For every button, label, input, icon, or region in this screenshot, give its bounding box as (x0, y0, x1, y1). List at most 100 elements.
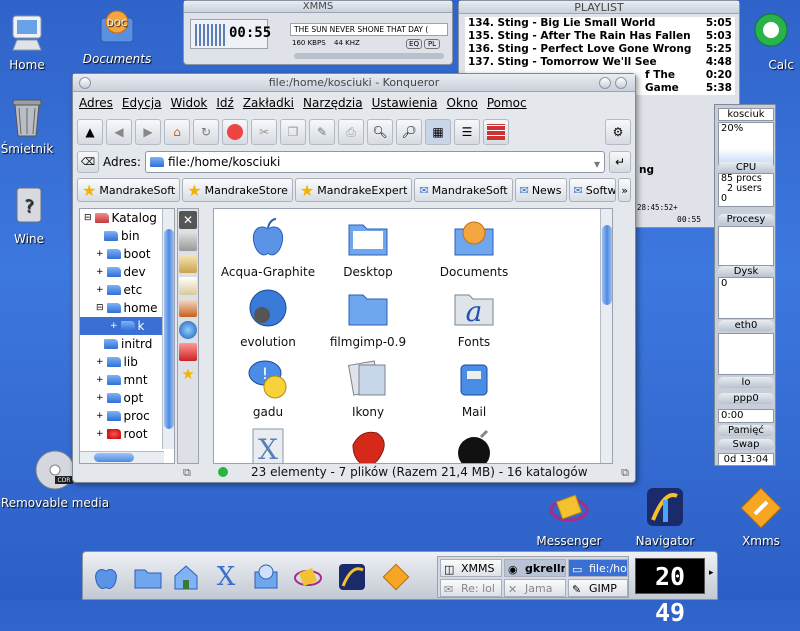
file-item[interactable]: ! gadu (214, 355, 322, 419)
desktop-icon-documents[interactable]: DOC Documents (72, 4, 162, 66)
tree-item[interactable]: + opt (80, 389, 174, 407)
tree-item[interactable]: + etc (80, 281, 174, 299)
messenger-launcher-icon[interactable] (293, 562, 323, 592)
forward-button[interactable]: ▶ (135, 119, 161, 145)
list-view-button[interactable]: ☰ (454, 119, 480, 145)
playlist-row[interactable]: 137. Sting - Tomorrow We'll See 4:48 (465, 56, 735, 69)
tools-tab-icon[interactable] (179, 233, 197, 251)
cut-button[interactable]: ✂ (251, 119, 277, 145)
x-launcher-icon[interactable]: X (211, 562, 241, 592)
file-item[interactable] (314, 425, 422, 463)
bookmark-folder[interactable]: ✉ News (514, 178, 567, 202)
globe-tab-icon[interactable] (179, 321, 197, 339)
back-button[interactable]: ◀ (106, 119, 132, 145)
konqueror-window[interactable]: file:/home/kosciuki - Konqueror Adres Ed… (72, 73, 636, 483)
menu-idz[interactable]: Idź (216, 96, 233, 114)
mail-launcher-icon[interactable] (251, 562, 281, 592)
menu-ustawienia[interactable]: Ustawienia (372, 96, 438, 114)
file-item[interactable] (420, 425, 528, 463)
home-launcher-icon[interactable] (171, 562, 201, 592)
icon-view-button[interactable]: ▦ (425, 119, 451, 145)
file-item[interactable]: filmgimp-0.9 (314, 285, 422, 349)
up-button[interactable]: ▲ (77, 119, 103, 145)
taskbar-arrow-icon[interactable]: ▸ (709, 568, 714, 578)
dropdown-arrow-icon[interactable]: ▾ (594, 154, 600, 174)
clear-location-button[interactable]: ⌫ (77, 151, 99, 173)
view-scrollbar[interactable] (600, 209, 612, 463)
task-gkrellm[interactable]: ◉gkrellm (504, 559, 566, 577)
task-terminal[interactable]: ✕ Jama (504, 579, 566, 597)
xmms-pl-button[interactable]: PL (424, 39, 440, 49)
playlist-row[interactable]: 135. Sting - After The Rain Has Fallen 5:… (465, 30, 735, 43)
minimize-button[interactable] (599, 77, 611, 89)
menu-narzedzia[interactable]: Narzędzia (303, 96, 363, 114)
tree-scrollbar[interactable] (162, 209, 174, 449)
xmms-launcher-icon[interactable] (381, 562, 411, 592)
tree-hscrollbar[interactable] (80, 451, 164, 463)
scroll-tab-icon[interactable] (179, 277, 197, 295)
file-item[interactable]: Acqua-Graphite (214, 215, 322, 279)
file-item[interactable]: Desktop (314, 215, 422, 279)
bookmark-item[interactable]: ★ MandrakeExpert (294, 178, 413, 202)
xmms-window[interactable]: XMMS 00:55 THE SUN NEVER SHONE THAT DAY … (183, 0, 453, 65)
tree-item[interactable]: bin (80, 227, 174, 245)
menu-adres[interactable]: Adres (79, 96, 113, 114)
clock[interactable]: 20 49 (635, 558, 705, 627)
ruler-tab-icon[interactable] (179, 255, 197, 273)
more-bookmarks-button[interactable]: » (618, 178, 631, 202)
hscroll-thumb[interactable] (94, 453, 134, 462)
menu-edycja[interactable]: Edycja (122, 96, 162, 114)
kmenu-apple-icon[interactable] (91, 562, 121, 592)
file-manager-icon[interactable] (133, 562, 163, 592)
desktop-icon-navigator[interactable]: Navigator (620, 486, 710, 548)
go-button[interactable]: ↵ (609, 151, 631, 173)
tree-item[interactable]: + lib (80, 353, 174, 371)
bookmark-item[interactable]: ★ MandrakeSoft (77, 178, 181, 202)
print-button[interactable]: ⎙ (338, 119, 364, 145)
desktop-icon-messenger[interactable]: Messenger (524, 486, 614, 548)
resize-grip-icon[interactable]: ⧉ (621, 466, 629, 480)
menu-widok[interactable]: Widok (171, 96, 208, 114)
desktop-icon-home[interactable]: Home (0, 10, 72, 72)
task-mail[interactable]: ✉ Re: lol (440, 579, 502, 597)
scrollbar-thumb[interactable] (164, 229, 174, 429)
file-item[interactable]: Ikony (314, 355, 422, 419)
xmms-eq-button[interactable]: EQ (406, 39, 422, 49)
bookmark-folder[interactable]: ✉ Softw (568, 178, 617, 202)
gkrellm-monitor[interactable]: kosciuk 20% CPU 85 procs 2 users 0 Proce… (714, 104, 776, 466)
tree-item[interactable]: + proc (80, 407, 174, 425)
bookmark-folder[interactable]: ✉ MandrakeSoft (414, 178, 513, 202)
stop-button[interactable] (222, 119, 248, 145)
file-icon-view[interactable]: Acqua-Graphite Desktop Documents evoluti… (213, 208, 613, 464)
desktop-icon-trash[interactable]: Śmietnik (0, 94, 72, 156)
desktop-icon-wine[interactable]: ? Wine (0, 184, 74, 246)
playlist-row[interactable]: 136. Sting - Perfect Love Gone Wrong 5:25 (465, 43, 735, 56)
tree-item[interactable]: + boot (80, 245, 174, 263)
menu-okno[interactable]: Okno (447, 96, 478, 114)
file-item[interactable]: Mail (420, 355, 528, 419)
tree-item[interactable]: ⊟ home (80, 299, 174, 317)
menu-zakladki[interactable]: Zakładki (243, 96, 294, 114)
tree-item[interactable]: + dev (80, 263, 174, 281)
bookmark-tab-icon[interactable]: ★ (179, 365, 197, 383)
home-tab-icon[interactable] (179, 299, 197, 317)
file-item[interactable]: a Fonts (420, 285, 528, 349)
reload-button[interactable]: ↻ (193, 119, 219, 145)
zoom-out-button[interactable]: 🔎︎ (396, 119, 422, 145)
window-menu-button[interactable] (79, 77, 91, 89)
scrollbar-thumb[interactable] (602, 225, 612, 305)
close-button[interactable] (615, 77, 627, 89)
file-item[interactable]: evolution (214, 285, 322, 349)
root-tab-icon[interactable] (179, 343, 197, 361)
copy-button[interactable]: ❐ (280, 119, 306, 145)
task-xmms[interactable]: ◫ XMMS (440, 559, 502, 577)
address-input[interactable]: file:/home/kosciuki ▾ (144, 151, 605, 174)
tree-item[interactable]: + root (80, 425, 174, 443)
xmms-seek-bar[interactable] (294, 53, 444, 59)
link-view-icon[interactable]: ⧉ (183, 466, 191, 480)
task-gimp[interactable]: ✎ GIMP (568, 579, 628, 597)
bookmark-item[interactable]: ★ MandrakeStore (182, 178, 293, 202)
playlist-row[interactable]: 134. Sting - Big Lie Small World 5:05 (465, 17, 735, 30)
paste-button[interactable]: ✎ (309, 119, 335, 145)
close-panel-icon[interactable]: ✕ (179, 211, 197, 229)
